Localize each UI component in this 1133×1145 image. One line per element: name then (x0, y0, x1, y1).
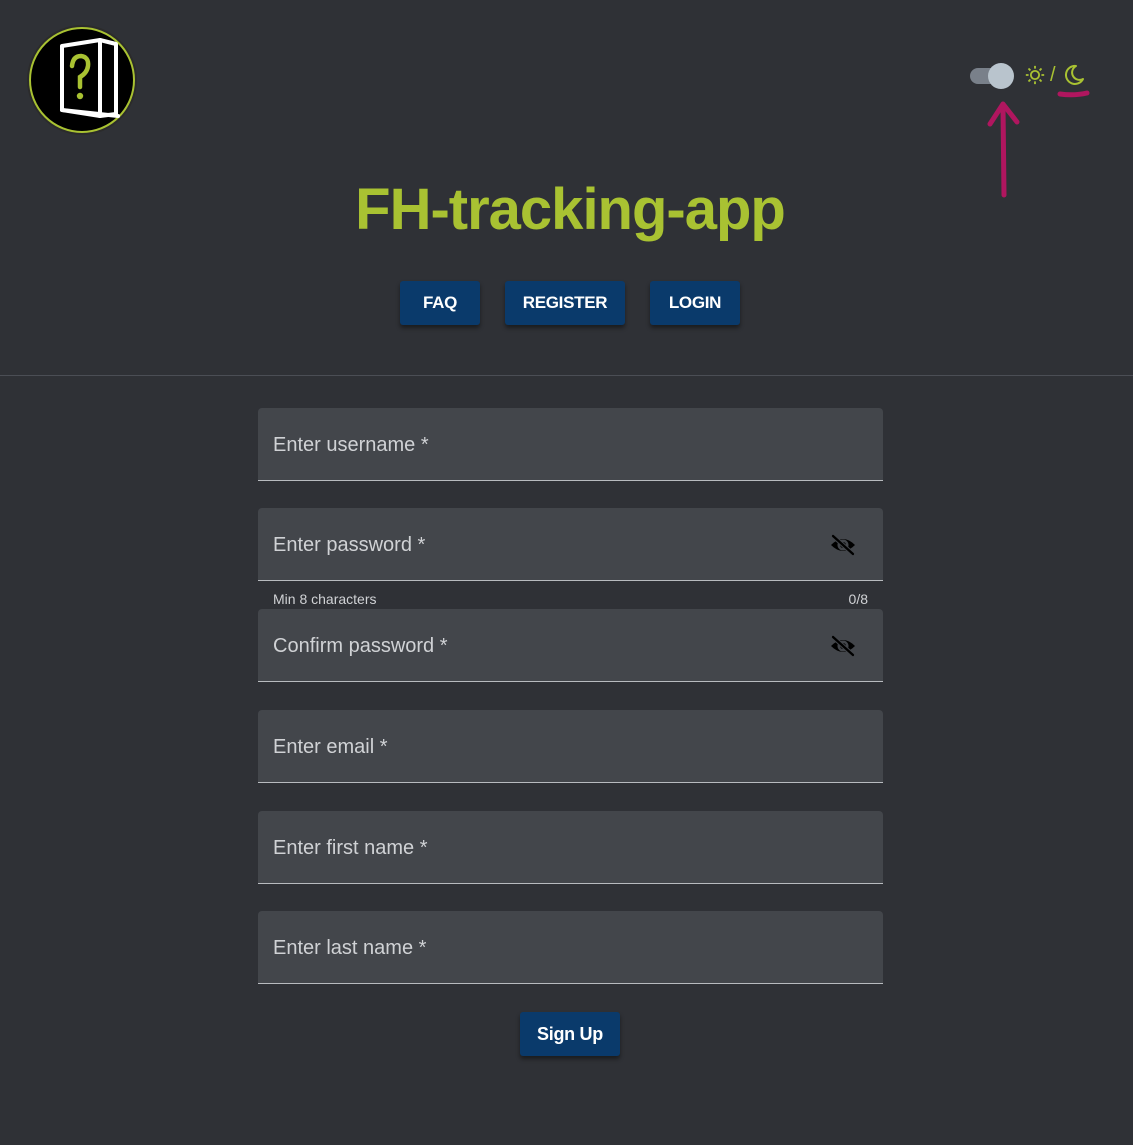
password-hint-row: Min 8 characters 0/8 (258, 589, 883, 609)
confirm-password-label: Confirm password * (273, 635, 448, 657)
email-label: Enter email * (273, 736, 388, 758)
last-name-field[interactable]: Enter last name * (258, 911, 883, 984)
annotation-underline (1057, 90, 1090, 98)
sun-icon (1025, 65, 1045, 85)
page-title: FH-tracking-app (355, 177, 786, 242)
eye-off-icon[interactable] (829, 534, 857, 556)
username-field[interactable]: Enter username * (258, 408, 883, 481)
first-name-label: Enter first name * (273, 837, 428, 859)
register-button[interactable]: REGISTER (505, 281, 625, 325)
first-name-field[interactable]: Enter first name * (258, 811, 883, 884)
password-hint: Min 8 characters (273, 591, 377, 607)
password-field[interactable]: Enter password * (258, 508, 883, 581)
email-field[interactable]: Enter email * (258, 710, 883, 783)
main-nav: FAQ REGISTER LOGIN (0, 281, 1133, 327)
confirm-password-field[interactable]: Confirm password * (258, 609, 883, 682)
door-question-icon (27, 25, 137, 135)
theme-toggle-switch[interactable] (968, 62, 1016, 90)
app-logo[interactable] (26, 24, 138, 136)
password-label: Enter password * (273, 534, 426, 556)
moon-icon (1064, 64, 1084, 85)
last-name-label: Enter last name * (273, 937, 427, 959)
sign-up-button[interactable]: Sign Up (520, 1012, 620, 1056)
faq-button[interactable]: FAQ (400, 281, 480, 325)
toggle-thumb[interactable] (988, 63, 1014, 89)
annotation-arrow-head (987, 101, 1020, 127)
eye-off-icon[interactable] (829, 635, 857, 657)
theme-separator: / (1050, 64, 1056, 86)
username-label: Enter username * (273, 434, 429, 456)
login-button[interactable]: LOGIN (650, 281, 740, 325)
password-counter: 0/8 (848, 591, 868, 607)
header-divider (0, 375, 1133, 376)
